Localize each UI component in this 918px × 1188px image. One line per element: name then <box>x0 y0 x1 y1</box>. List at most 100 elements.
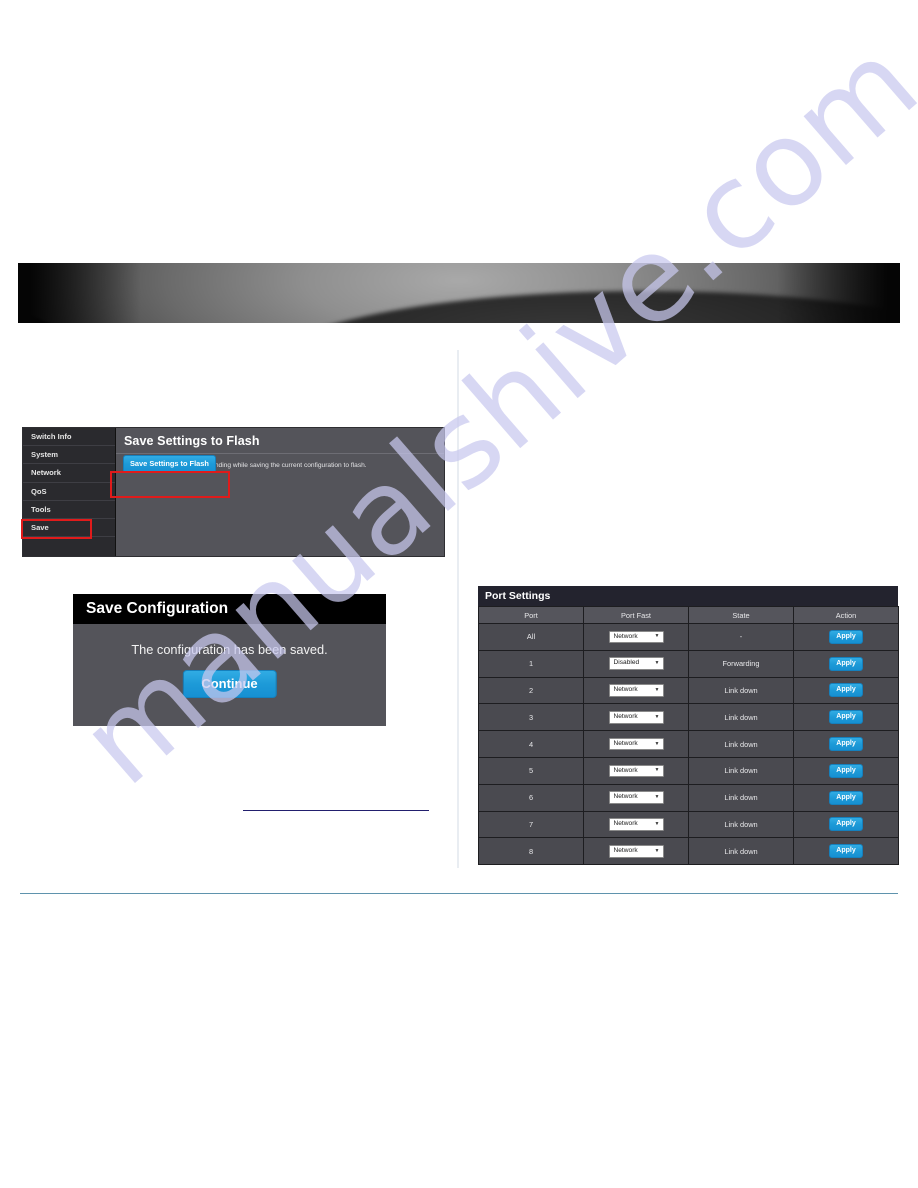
cell-state: Link down <box>688 810 794 839</box>
chevron-down-icon: ▼ <box>654 847 660 854</box>
apply-button[interactable]: Apply <box>829 656 863 671</box>
port-settings-title: Port Settings <box>478 586 898 606</box>
cell-state: Link down <box>688 703 794 732</box>
sidebar-item-label: Save <box>31 522 49 532</box>
cell-port-fast: Network ▼ <box>583 837 689 866</box>
dialog-message: The configuration has been saved. <box>131 642 328 657</box>
cell-port-fast: Network ▼ <box>583 810 689 839</box>
cell-state: Forwarding <box>688 649 794 678</box>
banner-fade-left <box>18 263 142 323</box>
cell-port-fast: Network ▼ <box>583 756 689 785</box>
apply-button[interactable]: Apply <box>829 817 863 832</box>
port-fast-dropdown-value: Network <box>613 632 638 640</box>
cell-state: Link down <box>688 730 794 758</box>
sidebar-item-label: Network <box>31 468 61 478</box>
apply-button[interactable]: Apply <box>829 629 863 644</box>
sidebar-item-tools[interactable]: Tools <box>23 500 115 519</box>
chevron-down-icon: ▼ <box>654 767 660 774</box>
port-fast-dropdown[interactable]: Network ▼ <box>608 764 664 778</box>
sidebar-item-label: QoS <box>31 486 47 496</box>
cell-state: Link down <box>688 783 794 812</box>
cell-action: Apply <box>793 703 899 732</box>
sidebar-item-label: Tools <box>31 504 51 514</box>
chevron-down-icon: ▼ <box>654 794 660 801</box>
cell-state: - <box>688 623 794 651</box>
column-header-port: Port <box>478 606 584 624</box>
column-header-state: State <box>688 606 794 624</box>
port-fast-dropdown[interactable]: Network ▼ <box>608 711 664 724</box>
cell-port: 7 <box>478 810 584 839</box>
port-fast-dropdown-value: Network <box>613 739 638 747</box>
cell-port: 1 <box>478 649 584 678</box>
page-root: Switch Info System Network QoS Tools Sav… <box>0 0 918 1188</box>
apply-button[interactable]: Apply <box>829 844 863 859</box>
cell-port-fast: Network ▼ <box>583 623 689 651</box>
apply-button[interactable]: Apply <box>829 710 863 725</box>
port-fast-dropdown[interactable]: Network ▼ <box>608 818 664 831</box>
cell-port-fast: Disabled ▼ <box>583 649 689 678</box>
cell-port: All <box>478 623 584 651</box>
chevron-down-icon: ▼ <box>654 713 660 720</box>
cell-port-fast: Network ▼ <box>583 783 689 812</box>
table-row: 8 Network ▼ Link down Apply <box>478 837 899 866</box>
table-row: 7 Network ▼ Link down Apply <box>478 810 899 839</box>
table-row: 6 Network ▼ Link down Apply <box>478 783 899 812</box>
apply-button[interactable]: Apply <box>829 683 863 698</box>
sidebar-item-qos[interactable]: QoS <box>23 482 115 501</box>
port-fast-dropdown[interactable]: Network ▼ <box>608 737 664 751</box>
cell-port-fast: Network ▼ <box>583 703 689 732</box>
port-fast-dropdown-value: Network <box>613 766 638 774</box>
cell-port: 4 <box>478 730 584 758</box>
port-fast-dropdown-value: Disabled <box>613 659 640 667</box>
chevron-down-icon: ▼ <box>654 821 660 827</box>
cell-port: 2 <box>478 676 584 705</box>
horizontal-rule-teal <box>20 893 898 894</box>
apply-button[interactable]: Apply <box>829 737 863 752</box>
cell-port: 5 <box>478 756 584 785</box>
port-settings-table-body: All Network ▼ - Apply 1 Disabled ▼ Forwarding App… <box>478 623 899 866</box>
navigation-sidebar: Switch Info System Network QoS Tools Sav… <box>23 428 116 556</box>
chevron-down-icon: ▼ <box>654 687 660 694</box>
chevron-down-icon: ▼ <box>654 660 660 667</box>
cell-state: Link down <box>688 676 794 705</box>
save-configuration-dialog: Save Configuration The configuration has… <box>73 594 386 726</box>
sidebar-item-system[interactable]: System <box>23 446 115 465</box>
port-fast-dropdown[interactable]: Network ▼ <box>608 845 664 858</box>
chevron-down-icon: ▼ <box>654 740 660 747</box>
port-fast-dropdown[interactable]: Network ▼ <box>608 791 664 804</box>
dialog-title: Save Configuration <box>73 594 386 624</box>
cell-port: 8 <box>478 837 584 866</box>
sidebar-item-switch-info[interactable]: Switch Info <box>23 428 115 447</box>
cell-action: Apply <box>793 837 899 866</box>
sidebar-filler <box>23 537 115 556</box>
sidebar-item-network[interactable]: Network <box>23 464 115 483</box>
continue-button[interactable]: Continue <box>182 670 277 698</box>
table-row: 2 Network ▼ Link down Apply <box>478 676 899 705</box>
column-header-action: Action <box>793 606 899 624</box>
port-fast-dropdown-value: Network <box>613 793 638 801</box>
port-fast-dropdown-value: Network <box>613 847 638 854</box>
apply-button[interactable]: Apply <box>829 763 863 778</box>
port-fast-dropdown-value: Network <box>613 713 638 721</box>
cell-action: Apply <box>793 649 899 678</box>
port-settings-table: Port Port Fast State Action All Network ▼ -… <box>478 606 899 866</box>
save-settings-to-flash-button[interactable]: Save Settings to Flash <box>123 455 216 473</box>
table-row: 4 Network ▼ Link down Apply <box>478 730 899 758</box>
chevron-down-icon: ▼ <box>654 633 660 640</box>
sidebar-item-save[interactable]: Save <box>23 518 115 538</box>
port-fast-dropdown-value: Network <box>613 686 638 694</box>
save-settings-to-flash-panel: Switch Info System Network QoS Tools Sav… <box>22 427 445 557</box>
cell-port: 3 <box>478 703 584 732</box>
sidebar-item-label: Switch Info <box>31 432 72 441</box>
port-fast-dropdown[interactable]: Disabled ▼ <box>608 657 664 670</box>
cell-action: Apply <box>793 730 899 758</box>
cell-state: Link down <box>688 756 794 785</box>
port-fast-dropdown[interactable]: Network ▼ <box>608 630 664 644</box>
port-settings-panel: Port Settings Port Port Fast State Actio… <box>478 586 899 866</box>
port-fast-dropdown[interactable]: Network ▼ <box>608 684 664 697</box>
apply-button[interactable]: Apply <box>829 790 863 805</box>
table-row: 5 Network ▼ Link down Apply <box>478 756 899 785</box>
port-fast-dropdown-value: Network <box>613 820 638 828</box>
table-row: 1 Disabled ▼ Forwarding Apply <box>478 649 899 678</box>
cell-action: Apply <box>793 623 899 651</box>
